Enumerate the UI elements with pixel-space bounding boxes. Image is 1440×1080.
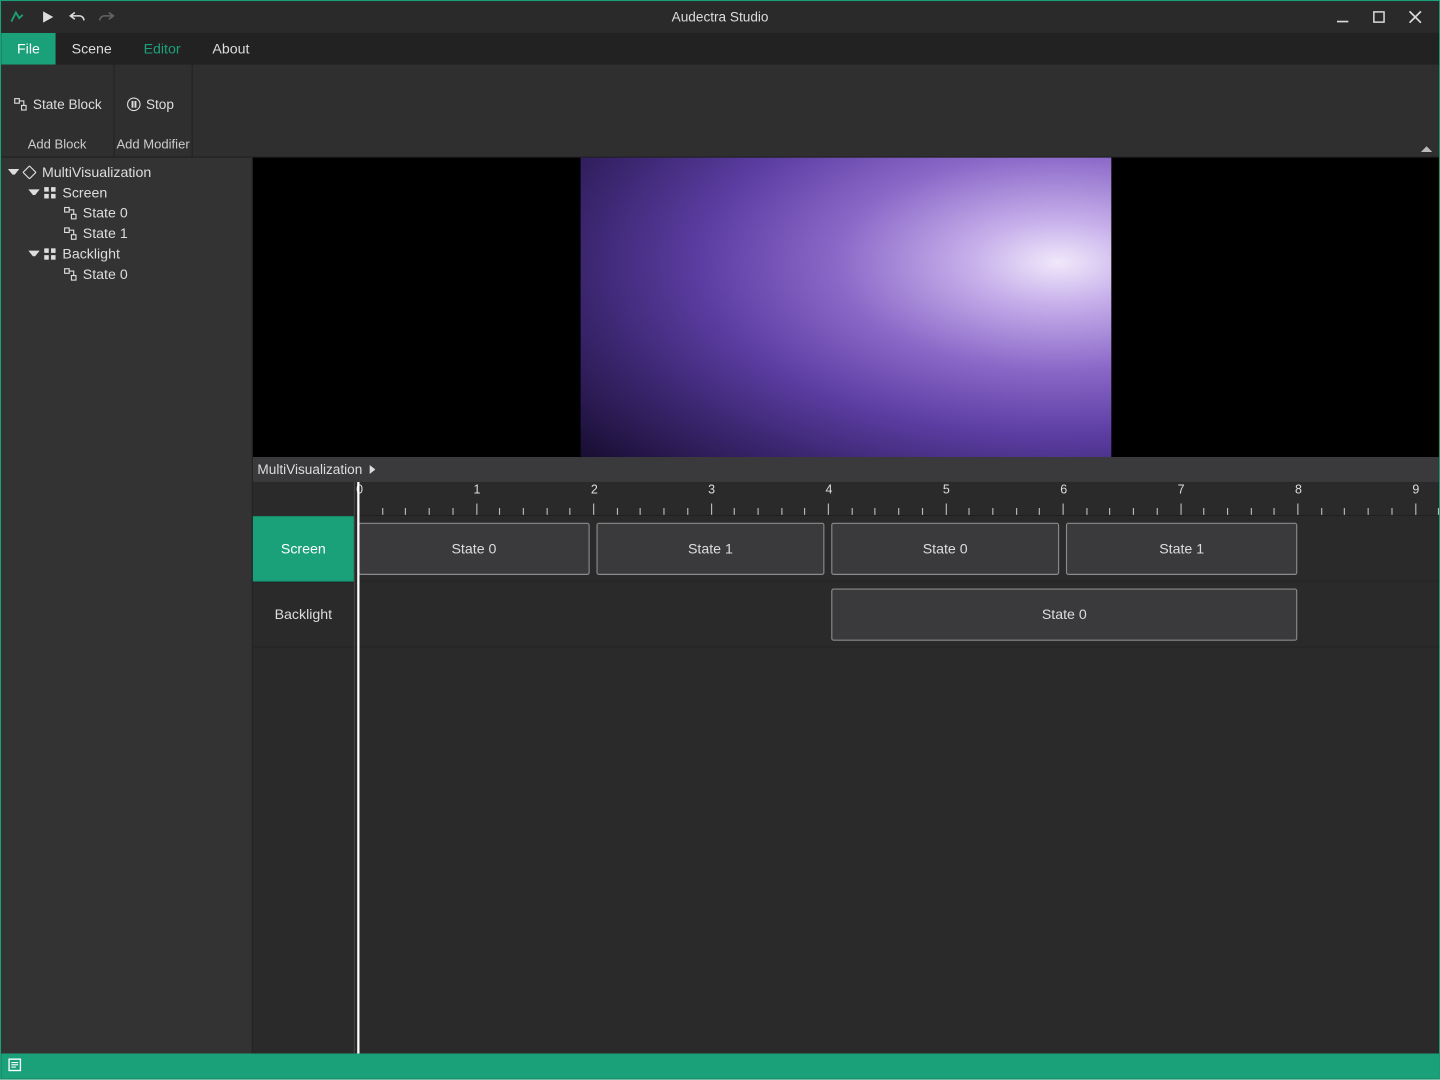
menu-about[interactable]: About	[196, 33, 265, 65]
chevron-down-icon[interactable]	[8, 167, 19, 178]
breadcrumb-item[interactable]: MultiVisualization	[257, 462, 362, 478]
ruler-number: 7	[1178, 483, 1185, 497]
state-block-label: State Block	[33, 96, 102, 112]
tree-label: State 0	[83, 266, 128, 282]
play-icon[interactable]	[40, 9, 56, 25]
undo-icon[interactable]	[69, 9, 85, 25]
tree-item[interactable]: Backlight	[1, 244, 252, 264]
timeline: ScreenBacklight 0123456789 State 0State …	[253, 482, 1439, 1054]
tree-item[interactable]: State 0	[1, 264, 252, 284]
tree-icon	[62, 226, 78, 242]
breadcrumb[interactable]: MultiVisualization	[253, 457, 1439, 482]
ribbon-collapse-icon[interactable]	[1421, 146, 1432, 152]
track-row[interactable]: State 0	[355, 582, 1439, 648]
timeline-clip[interactable]: State 0	[831, 523, 1059, 575]
menu-editor[interactable]: Editor	[128, 33, 197, 65]
tree-label: MultiVisualization	[42, 164, 151, 180]
tree-icon	[22, 164, 38, 180]
ribbon-group-label: Add Block	[3, 138, 110, 154]
minimize-button[interactable]	[1335, 9, 1351, 25]
title-bar: Audectra Studio	[1, 1, 1439, 33]
tree-item[interactable]: State 0	[1, 203, 252, 223]
tree-icon	[42, 246, 58, 262]
ruler-number: 4	[826, 483, 833, 497]
time-ruler[interactable]: 0123456789	[355, 482, 1439, 516]
chevron-down-icon[interactable]	[28, 187, 39, 198]
maximize-button[interactable]	[1371, 9, 1387, 25]
tree-label: State 1	[83, 226, 128, 242]
track-label[interactable]: Backlight	[253, 582, 354, 648]
preview-canvas	[253, 158, 1439, 457]
tree-icon	[42, 185, 58, 201]
tree-label: Screen	[62, 185, 107, 201]
redo-icon[interactable]	[99, 9, 115, 25]
playhead[interactable]	[357, 482, 359, 1054]
stop-label: Stop	[146, 96, 174, 112]
menu-file[interactable]: File	[1, 33, 56, 65]
tree-label: Backlight	[62, 246, 120, 262]
ruler-number: 6	[1060, 483, 1067, 497]
scene-tree[interactable]: MultiVisualization Screen State 0 State 1 Ba…	[1, 158, 253, 1054]
track-label[interactable]: Screen	[253, 516, 354, 582]
chevron-down-icon[interactable]	[28, 248, 39, 259]
ribbon-group-add-modifier: Stop Add Modifier	[114, 65, 193, 157]
timeline-clip[interactable]: State 1	[1066, 523, 1297, 575]
tree-label: State 0	[83, 205, 128, 221]
ruler-number: 8	[1295, 483, 1302, 497]
state-block-button[interactable]: State Block	[12, 69, 101, 138]
timeline-clip[interactable]: State 1	[597, 523, 825, 575]
stop-button[interactable]: Stop	[126, 69, 174, 138]
ribbon-group-add-block: State Block Add Block	[1, 65, 114, 157]
ruler-number: 3	[708, 483, 715, 497]
tree-item[interactable]: State 1	[1, 223, 252, 243]
menu-scene[interactable]: Scene	[56, 33, 128, 65]
menu-bar: File Scene Editor About	[1, 33, 1439, 65]
tree-icon	[62, 266, 78, 282]
timeline-clip[interactable]: State 0	[358, 523, 589, 575]
status-icon	[8, 1058, 24, 1074]
timeline-clip[interactable]: State 0	[831, 589, 1297, 641]
tree-item[interactable]: Screen	[1, 183, 252, 203]
ribbon: State Block Add Block Stop Add Modifier	[1, 65, 1439, 158]
tree-icon	[62, 205, 78, 221]
tree-item[interactable]: MultiVisualization	[1, 162, 252, 182]
ribbon-group-label: Add Modifier	[116, 138, 189, 154]
track-row[interactable]: State 0State 1State 0State 1	[355, 516, 1439, 582]
window-title: Audectra Studio	[1, 9, 1439, 25]
status-bar	[1, 1053, 1439, 1078]
chevron-right-icon	[369, 465, 375, 474]
ruler-number: 2	[591, 483, 598, 497]
ruler-number: 9	[1412, 483, 1419, 497]
close-button[interactable]	[1407, 9, 1423, 25]
visualization-output	[581, 158, 1112, 457]
ruler-number: 5	[943, 483, 950, 497]
app-logo	[8, 8, 26, 26]
ruler-number: 1	[473, 483, 480, 497]
